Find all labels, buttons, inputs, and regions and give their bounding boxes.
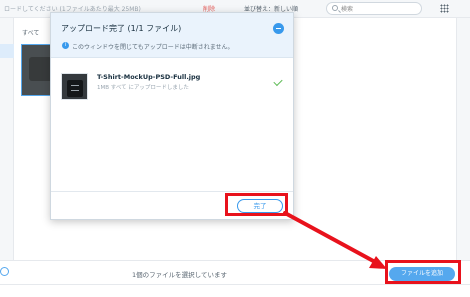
minimize-icon[interactable] [273, 23, 284, 34]
upload-complete-popup: アップロード完了 (1/1 ファイル) i このウィンドウを閉じてもアップロード… [50, 12, 294, 220]
popup-note: このウィンドウを閉じてもアップロードは中断されません。 [72, 44, 234, 51]
annotation-box-done [225, 193, 288, 216]
popup-header: アップロード完了 (1/1 ファイル) i このウィンドウを閉じてもアップロード… [51, 13, 293, 58]
upload-meta: 1MB すべて にアップロードしました [97, 85, 189, 91]
tshirt-image [67, 80, 83, 97]
upload-item: T-Shirt-MockUp-PSD-Full.jpg 1MB すべて にアップ… [51, 70, 293, 122]
popup-divider [51, 191, 293, 192]
check-icon [273, 76, 283, 87]
annotation-box-add-file [385, 260, 461, 284]
upload-filename: T-Shirt-MockUp-PSD-Full.jpg [97, 73, 201, 81]
upload-thumbnail [61, 73, 88, 100]
popup-title: アップロード完了 (1/1 ファイル) [61, 24, 182, 33]
info-icon: i [62, 42, 69, 49]
